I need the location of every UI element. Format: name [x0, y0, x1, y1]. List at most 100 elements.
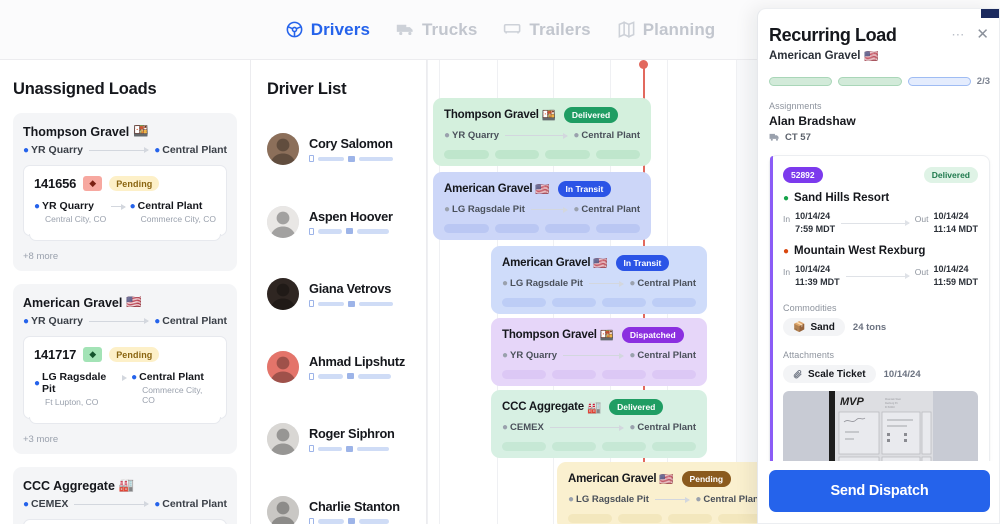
- group-customer-name: American Gravel: [23, 295, 123, 310]
- status-badge: In Transit: [615, 255, 670, 271]
- timeline-card-detail-bars: [502, 370, 696, 379]
- driver-list-item[interactable]: Charlie Stanton: [267, 476, 426, 524]
- driver-details-redacted: [309, 155, 393, 163]
- timeline-card-customer: American Gravel 🇺🇸: [502, 256, 608, 270]
- route-arrow-icon: [530, 206, 569, 213]
- driver-name: Giana Vetrovs: [309, 281, 392, 297]
- timeline-load-card[interactable]: American Gravel 🇺🇸 Pending ● LG Ragsdale Pit…: [557, 462, 773, 524]
- driver-name: Ahmad Lipshutz: [309, 353, 406, 369]
- customer-emoji: 🍱: [599, 330, 614, 342]
- out-date: 10/14/24: [933, 211, 969, 221]
- timeline-load-card[interactable]: American Gravel 🇺🇸 In Transit ● LG Ragsdale …: [433, 172, 651, 240]
- nav-label-trucks: Trucks: [422, 19, 478, 39]
- timeline-card-customer: American Gravel 🇺🇸: [568, 472, 674, 486]
- stop-name: ● Sand Hills Resort: [783, 192, 978, 204]
- stop-times: In 10/14/24 11:39 MDT Out 10/14/24 11:59 M…: [783, 263, 978, 289]
- status-badge: Dispatched: [621, 327, 684, 343]
- truck-icon: [769, 133, 779, 141]
- truck-icon: [396, 24, 413, 36]
- load-origin-city: Central City, CO: [45, 214, 107, 224]
- load-destination-name: Central Plant: [139, 371, 204, 383]
- timeline-card-route: ● YR Quarry ● Central Plant: [444, 130, 640, 141]
- status-badge: Delivered: [563, 107, 619, 123]
- load-id-badge: 52892: [783, 167, 823, 183]
- ellipsis-icon[interactable]: ⋯: [951, 28, 965, 41]
- svg-text:MVP: MVP: [840, 396, 865, 408]
- timeline-card-detail-bars: [444, 224, 640, 233]
- stop-pin-icon: ●: [783, 192, 790, 204]
- nav-item-drivers[interactable]: Drivers: [285, 20, 370, 40]
- unassigned-loads-title: Unassigned Loads: [13, 80, 157, 98]
- truck-icon: [348, 155, 355, 162]
- driver-list-item[interactable]: Giana Vetrovs: [267, 258, 426, 331]
- driver-list-item[interactable]: Ahmad Lipshutz: [267, 331, 426, 404]
- origin-pin-icon: ●: [568, 494, 575, 505]
- in-label: In: [783, 267, 791, 278]
- nav-item-trailers[interactable]: Trailers: [503, 19, 591, 40]
- route-destination: Central Plant: [581, 204, 640, 215]
- stop-name: ● Mountain West Rexburg: [783, 245, 978, 257]
- customer-name: American Gravel: [444, 183, 533, 195]
- close-icon[interactable]: ✕: [976, 27, 989, 42]
- nav-item-planning[interactable]: Planning: [617, 20, 716, 40]
- timeline-card-detail-bars: [502, 442, 696, 451]
- timeline-load-card[interactable]: CCC Aggregate 🏭 Delivered ● CEMEX ● Central Pl…: [491, 390, 707, 458]
- driver-list-item[interactable]: Cory Salomon: [267, 113, 426, 186]
- stop-times: In 10/14/24 7:59 MDT Out 10/14/24 11:14 MD…: [783, 210, 978, 236]
- driver-name: Roger Siphron: [309, 426, 395, 442]
- group-destination: Central Plant: [162, 315, 227, 327]
- timeline-load-card[interactable]: Thompson Gravel 🍱 Delivered ● YR Quarry ● Cent…: [433, 98, 651, 166]
- timeline-load-card[interactable]: American Gravel 🇺🇸 In Transit ● LG Ragsdale …: [491, 246, 707, 314]
- load-card[interactable]: 141656 ◆ Pending ● YR Quarry Central City…: [23, 165, 227, 241]
- destination-pin-icon: ●: [129, 200, 136, 212]
- panel-subtitle-text: American Gravel: [769, 50, 861, 62]
- timeline-load-card[interactable]: Thompson Gravel 🍱 Dispatched ● YR Quarry ● Cen…: [491, 318, 707, 386]
- timeline-card-detail-bars: [568, 514, 762, 523]
- timeline-card-detail-bars: [444, 150, 640, 159]
- origin-pin-icon: ●: [444, 130, 451, 141]
- group-route: ● YR Quarry ● Central Plant: [23, 315, 227, 327]
- driver-list-item[interactable]: Roger Siphron: [267, 403, 426, 476]
- driver-details-redacted: [309, 300, 393, 308]
- progress-segment-done: [838, 77, 902, 86]
- destination-pin-icon: ●: [695, 494, 702, 505]
- route-arrow-icon: [654, 496, 691, 503]
- nav-item-trucks[interactable]: Trucks: [396, 20, 477, 40]
- timeline-card-route: ● YR Quarry ● Central Plant: [502, 350, 696, 361]
- svg-text:Rexburg Pit: Rexburg Pit: [885, 402, 898, 405]
- load-destination-city: Commerce City, CO: [140, 214, 216, 224]
- stop-detail-card[interactable]: 52892 Delivered ● Sand Hills Resort In 1…: [769, 155, 990, 510]
- more-loads-link[interactable]: +8 more: [23, 251, 227, 262]
- customer-emoji: 🍱: [133, 124, 149, 138]
- attachment-chip[interactable]: Scale Ticket: [783, 365, 876, 384]
- unassigned-group[interactable]: American Gravel 🇺🇸 ● YR Quarry ● Central…: [13, 284, 237, 454]
- driver-list-item[interactable]: Aspen Hoover: [267, 186, 426, 259]
- nav-label-trailers: Trailers: [529, 19, 591, 39]
- svg-text:ID 83440: ID 83440: [885, 406, 895, 409]
- unassigned-group[interactable]: CCC Aggregate 🏭 ● CEMEX ● Central Plant: [13, 467, 237, 524]
- progress-segment-current: [907, 77, 971, 86]
- unassigned-group[interactable]: Thompson Gravel 🍱 ● YR Quarry ● Central …: [13, 113, 237, 271]
- origin-pin-icon: ●: [502, 350, 509, 361]
- attachment-date: 10/14/24: [883, 368, 921, 380]
- origin-pin-icon: ●: [34, 200, 41, 212]
- truck-icon: [347, 373, 354, 380]
- load-card[interactable]: [23, 519, 227, 524]
- driver-name: Aspen Hoover: [309, 208, 393, 224]
- more-loads-link[interactable]: +3 more: [23, 434, 227, 445]
- status-badge: Pending: [681, 471, 732, 487]
- commodity-chip[interactable]: 📦 Sand: [783, 318, 845, 337]
- load-origin-name: LG Ragsdale Pit: [42, 371, 107, 395]
- timeline-card-customer: Thompson Gravel 🍱: [444, 108, 556, 122]
- paperclip-icon: [793, 370, 802, 379]
- route-origin: CEMEX: [510, 422, 544, 433]
- assigned-driver: Alan Bradshaw: [769, 114, 856, 128]
- route-destination: Central Plant: [637, 278, 696, 289]
- customer-emoji: 🏭: [118, 478, 135, 492]
- driver-details-redacted: [309, 517, 400, 524]
- load-card[interactable]: 141717 ◆ Pending ● LG Ragsdale Pit Ft Lup…: [23, 336, 227, 424]
- customer-emoji: 🇺🇸: [593, 258, 608, 270]
- send-dispatch-button[interactable]: Send Dispatch: [769, 470, 990, 512]
- destination-pin-icon: ●: [154, 498, 161, 510]
- driver-list-panel: Driver List Cory Salomon Aspen Hoover Gian…: [251, 60, 427, 524]
